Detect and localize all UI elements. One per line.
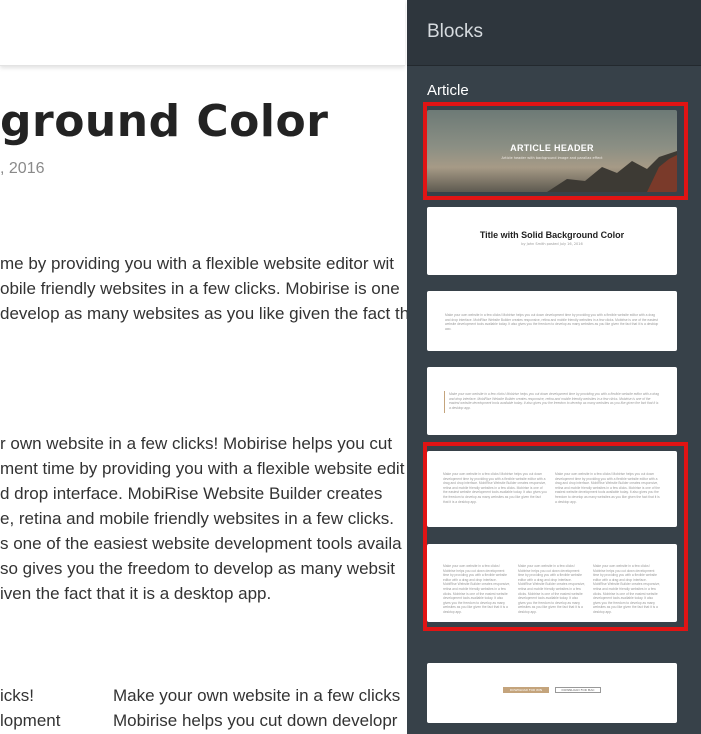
- column-line: lopment: [0, 711, 61, 730]
- thumb-hero-title: ARTICLE HEADER: [510, 143, 594, 153]
- paragraph-line: so gives you the freedom to develop as m…: [0, 559, 395, 578]
- column-line: Make your own website in a few clicks: [113, 686, 401, 705]
- column-left: icks! lopment: [0, 683, 60, 733]
- block-thumb-text[interactable]: Make your own website in a few clicks! M…: [427, 291, 677, 351]
- thumb-primary-button: DOWNLOAD FOR WIN: [503, 687, 549, 693]
- paragraph-line: ment time by providing you with a flexib…: [0, 459, 405, 478]
- thumb-quote-body: Make your own website in a few clicks! M…: [449, 392, 660, 410]
- thumb-column-text: Make your own website in a few clicks! M…: [518, 564, 586, 614]
- article-paragraph-1: me by providing you with a flexible webs…: [0, 251, 407, 326]
- paragraph-line: r own website in a few clicks! Mobirise …: [0, 434, 393, 453]
- column-line: Mobirise helps you cut down developr: [113, 711, 398, 730]
- thumb-column-text: Make your own website in a few clicks! M…: [443, 472, 547, 504]
- block-thumb-buttons[interactable]: DOWNLOAD FOR WIN DOWNLOAD FOR MAC: [427, 663, 677, 723]
- article-paragraph-2: r own website in a few clicks! Mobirise …: [0, 431, 404, 606]
- thumb-solid-title: Title with Solid Background Color: [479, 230, 625, 240]
- paragraph-line: develop as many websites as you like giv…: [0, 304, 407, 323]
- article-date: , 2016: [0, 160, 45, 177]
- quote-bar: [444, 391, 445, 413]
- paragraph-line: me by providing you with a flexible webs…: [0, 254, 395, 273]
- column-line: icks!: [0, 686, 34, 705]
- thumb-column-text: Make your own website in a few clicks! M…: [555, 472, 660, 504]
- thumb-solid-subtitle: by John Smith posted July 16, 2016: [521, 242, 583, 246]
- block-thumb-three-columns[interactable]: Make your own website in a few clicks! M…: [427, 544, 677, 622]
- paragraph-line: s one of the easiest website development…: [0, 534, 402, 553]
- mountain-image: [547, 151, 677, 192]
- block-thumb-article-header[interactable]: ARTICLE HEADER Article header with backg…: [427, 110, 677, 192]
- article-title: ground Color: [0, 96, 329, 147]
- article-columns: icks! lopment Make your own website in a…: [0, 683, 400, 733]
- paragraph-line: iven the fact that it is a desktop app.: [0, 584, 272, 603]
- thumb-column-text: Make your own website in a few clicks! M…: [443, 564, 511, 614]
- thumb-column-text: Make your own website in a few clicks! M…: [593, 564, 661, 614]
- thumb-hero-subtitle: Article header with background image and…: [501, 156, 603, 160]
- thumb-secondary-button: DOWNLOAD FOR MAC: [555, 687, 601, 693]
- canvas-top-bar: [0, 0, 405, 66]
- blocks-panel-title: Blocks: [427, 21, 483, 42]
- block-thumb-two-columns[interactable]: Make your own website in a few clicks! M…: [427, 451, 677, 527]
- paragraph-line: obile friendly websites in a few clicks.…: [0, 279, 400, 298]
- blocks-panel: Blocks Article ARTICLE HEADER Article he…: [407, 0, 701, 734]
- thumb-text-body: Make your own website in a few clicks! M…: [445, 313, 659, 330]
- paragraph-line: e, retina and mobile friendly websites i…: [0, 509, 395, 528]
- paragraph-line: d drop interface. MobiRise Website Build…: [0, 484, 383, 503]
- column-right: Make your own website in a few clicks Mo…: [113, 683, 400, 733]
- page-canvas: ground Color , 2016 me by providing you …: [0, 0, 407, 734]
- block-thumb-solid-title[interactable]: Title with Solid Background Color by Joh…: [427, 207, 677, 275]
- block-thumb-quote[interactable]: Make your own website in a few clicks! M…: [427, 367, 677, 435]
- section-label-article: Article: [427, 82, 469, 99]
